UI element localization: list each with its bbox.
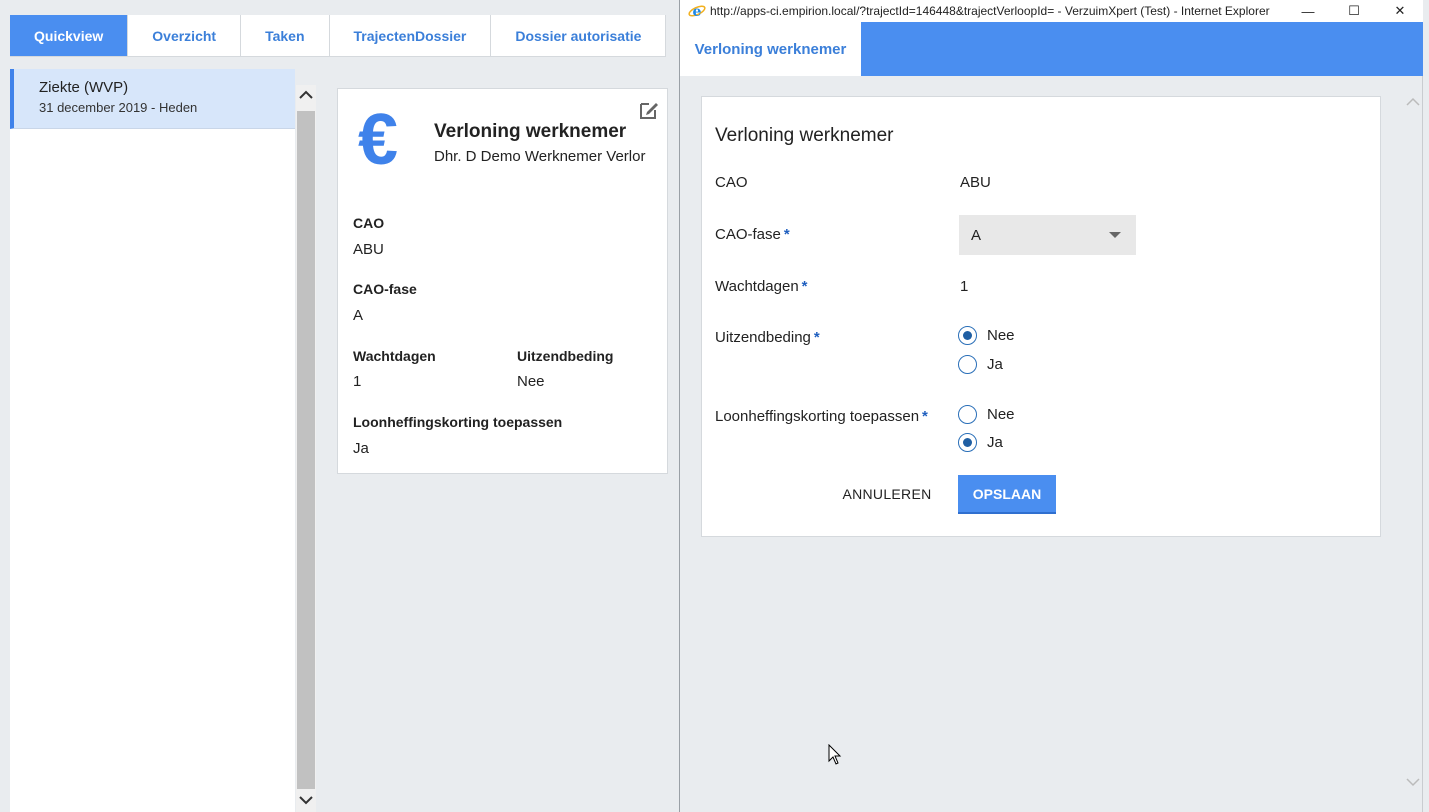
tab-taken[interactable]: Taken: [241, 15, 330, 56]
card-loonheffing-value: Ja: [353, 440, 369, 457]
cao-fase-label: CAO-fase *: [715, 226, 790, 243]
verloning-card: € Verloning werknemer Dhr. D Demo Werkne…: [337, 88, 668, 474]
card-cao-value: ABU: [353, 241, 384, 258]
caret-down-icon: [1109, 232, 1121, 238]
form-title: Verloning werknemer: [715, 125, 894, 146]
radio-label: Nee: [987, 406, 1015, 423]
uitzendbeding-radio-ja[interactable]: Ja: [958, 355, 1003, 374]
cancel-button[interactable]: ANNULEREN: [832, 475, 942, 513]
cao-label: CAO: [715, 174, 748, 191]
maximize-button[interactable]: ☐: [1331, 0, 1377, 22]
scroll-up-icon[interactable]: [1403, 92, 1423, 112]
card-uitzend-value: Nee: [517, 373, 545, 390]
wachtdagen-value: 1: [960, 278, 969, 295]
tab-quickview[interactable]: Quickview: [10, 15, 129, 56]
window-title: http://apps-ci.empirion.local/?trajectId…: [710, 4, 1270, 18]
radio-label: Nee: [987, 327, 1015, 344]
verloning-form: Verloning werknemer CAO ABU CAO-fase * A …: [701, 96, 1381, 537]
loonheffingskorting-label: Loonheffingskorting toepassen *: [715, 408, 928, 425]
card-cao-label: CAO: [353, 215, 385, 231]
minimize-button[interactable]: —: [1285, 0, 1331, 22]
list-scrollbar[interactable]: [296, 85, 316, 812]
tab-dossier-autorisatie[interactable]: Dossier autorisatie: [491, 15, 667, 56]
scrollbar-thumb[interactable]: [297, 111, 315, 789]
card-wachtdagen-label: Wachtdagen: [353, 348, 436, 364]
tab-trajectendossier[interactable]: TrajectenDossier: [329, 15, 492, 56]
traject-list-item[interactable]: Ziekte (WVP) 31 december 2019 - Heden: [10, 69, 295, 129]
popup-header: Verloning werknemer: [680, 22, 1423, 76]
radio-unselected-icon: [958, 405, 977, 424]
traject-period: 31 december 2019 - Heden: [39, 100, 198, 115]
close-button[interactable]: ✕: [1377, 0, 1423, 22]
euro-icon: €: [358, 100, 399, 180]
required-marker: *: [922, 408, 928, 425]
required-marker: *: [783, 226, 790, 243]
traject-list: Ziekte (WVP) 31 december 2019 - Heden: [10, 69, 295, 812]
popup-scrollbar[interactable]: [1403, 90, 1423, 795]
loonheffingskorting-radio-ja[interactable]: Ja: [958, 433, 1003, 452]
wachtdagen-label: Wachtdagen *: [715, 278, 808, 295]
card-wachtdagen-value: 1: [353, 373, 362, 390]
required-marker: *: [801, 278, 808, 295]
save-button[interactable]: OPSLAAN: [958, 475, 1056, 514]
scroll-up-icon[interactable]: [296, 85, 316, 105]
card-uitzend-label: Uitzendbeding: [517, 348, 614, 364]
card-loonheffing-label: Loonheffingskorting toepassen: [353, 414, 563, 430]
card-fase-value: A: [353, 307, 364, 324]
radio-label: Ja: [987, 356, 1003, 373]
edit-icon[interactable]: [638, 99, 660, 121]
cao-value: ABU: [960, 174, 991, 191]
uitzendbeding-radio-nee[interactable]: Nee: [958, 326, 1015, 345]
window-titlebar[interactable]: e http://apps-ci.empirion.local/?traject…: [680, 0, 1423, 22]
svg-text:e: e: [693, 4, 702, 19]
radio-unselected-icon: [958, 355, 977, 374]
traject-title: Ziekte (WVP): [39, 79, 129, 96]
card-fase-label: CAO-fase: [353, 281, 417, 297]
mouse-cursor-icon: [828, 744, 842, 765]
cao-fase-select[interactable]: A: [959, 215, 1136, 255]
loonheffingskorting-radio-nee[interactable]: Nee: [958, 405, 1015, 424]
tab-verloning-werknemer[interactable]: Verloning werknemer: [680, 22, 861, 76]
tab-overzicht[interactable]: Overzicht: [128, 15, 242, 56]
scroll-down-icon[interactable]: [1403, 772, 1423, 792]
required-marker: *: [813, 329, 820, 346]
card-subtitle: Dhr. D Demo Werknemer Verlor: [434, 148, 646, 165]
internet-explorer-icon: e: [688, 4, 706, 19]
uitzendbeding-label: Uitzendbeding *: [715, 329, 820, 346]
cao-fase-selected: A: [971, 226, 982, 244]
radio-selected-icon: [958, 433, 977, 452]
scroll-down-icon[interactable]: [296, 790, 316, 810]
radio-selected-icon: [958, 326, 977, 345]
main-tabs: Quickview Overzicht Taken TrajectenDossi…: [10, 15, 667, 57]
popup-window: e http://apps-ci.empirion.local/?traject…: [679, 0, 1423, 812]
card-title: Verloning werknemer: [434, 121, 627, 142]
radio-label: Ja: [987, 434, 1003, 451]
